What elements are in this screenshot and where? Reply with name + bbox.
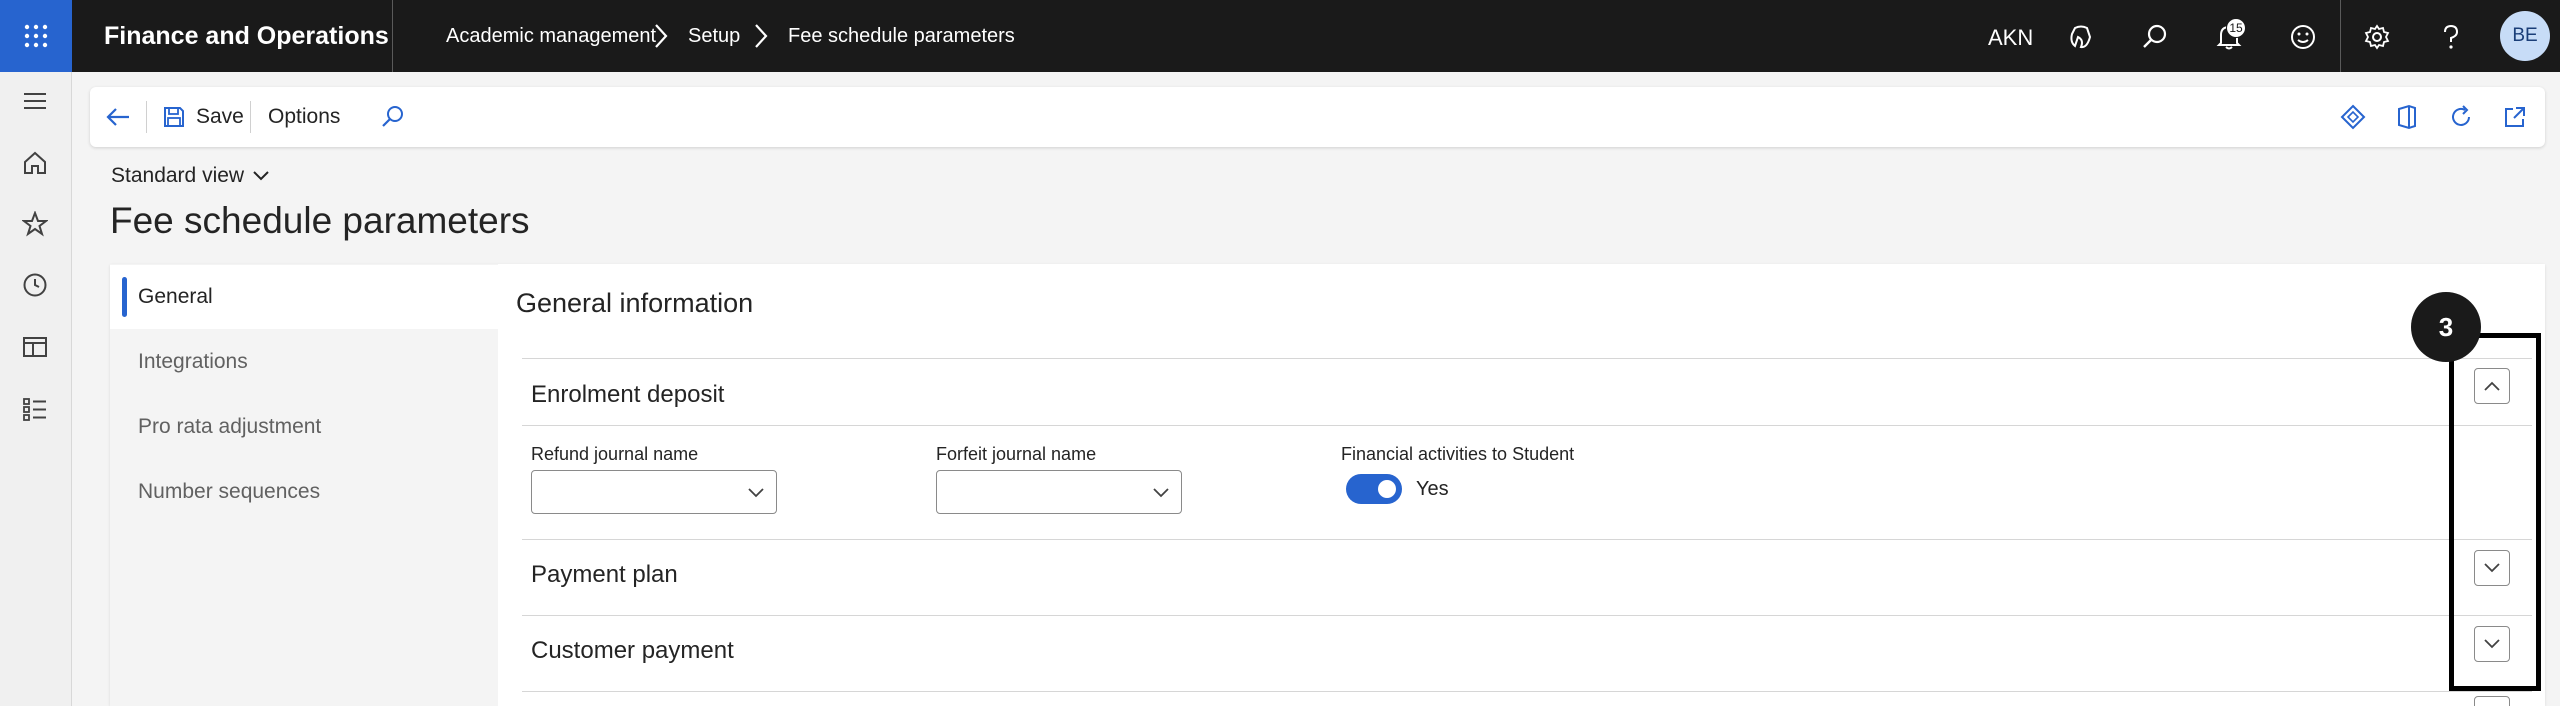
options-tab[interactable]: Options	[268, 87, 340, 147]
annotation-highlight-box	[2449, 333, 2541, 691]
save-label: Save	[196, 105, 244, 128]
home-icon[interactable]	[20, 148, 50, 178]
action-search-button[interactable]	[380, 87, 406, 147]
workspace-icon[interactable]	[20, 332, 50, 362]
forfeit-journal-input[interactable]	[945, 471, 1145, 511]
expand-next-fasttab-button[interactable]	[2474, 696, 2510, 706]
hamburger-icon[interactable]	[20, 86, 50, 116]
fasttab-payment-plan-title[interactable]: Payment plan	[531, 561, 678, 589]
action-pane: Save Options	[90, 87, 2545, 147]
breadcrumb-fee-schedule-parameters[interactable]: Fee schedule parameters	[788, 25, 1015, 48]
tab-general[interactable]: General	[110, 265, 498, 329]
save-icon	[164, 107, 184, 127]
divider	[522, 615, 2532, 616]
tab-label: Pro rata adjustment	[138, 415, 322, 438]
annotation-step-badge: 3	[2411, 292, 2481, 362]
toggle-knob	[1378, 480, 1396, 498]
chevron-right-icon	[652, 22, 670, 55]
divider	[146, 101, 147, 133]
fasttab-enrolment-deposit-title[interactable]: Enrolment deposit	[531, 381, 724, 409]
page-title: Fee schedule parameters	[110, 200, 530, 241]
chevron-down-icon[interactable]	[746, 483, 766, 503]
chevron-down-icon	[253, 171, 269, 181]
tab-number-sequences[interactable]: Number sequences	[110, 460, 498, 524]
navigation-rail	[0, 72, 72, 706]
forfeit-journal-combo[interactable]	[936, 470, 1182, 514]
notification-count-badge: 15	[2226, 18, 2246, 38]
save-button[interactable]: Save	[162, 87, 244, 147]
back-button[interactable]	[104, 87, 132, 147]
divider	[250, 101, 251, 133]
financial-activities-label: Financial activities to Student	[1341, 444, 1575, 464]
view-selector-label: Standard view	[111, 164, 245, 187]
smiley-icon[interactable]	[2288, 22, 2318, 52]
refund-journal-combo[interactable]	[531, 470, 777, 514]
search-icon	[382, 106, 403, 127]
financial-activities-value: Yes	[1416, 478, 1449, 500]
active-tab-indicator	[122, 277, 127, 317]
refund-journal-label: Refund journal name	[531, 444, 699, 464]
modules-icon[interactable]	[20, 394, 50, 424]
divider	[522, 539, 2532, 540]
forfeit-journal-label: Forfeit journal name	[936, 444, 1097, 464]
star-icon[interactable]	[20, 209, 50, 239]
vertical-tabs: General Integrations Pro rata adjustment…	[110, 264, 498, 706]
content-panel: General Integrations Pro rata adjustment…	[110, 264, 2545, 706]
fasttab-customer-payment-title[interactable]: Customer payment	[531, 637, 734, 665]
back-icon	[106, 108, 129, 126]
divider	[392, 0, 393, 72]
company-selector[interactable]: AKN	[1988, 25, 2033, 51]
clock-icon[interactable]	[20, 270, 50, 300]
tab-label: Number sequences	[138, 480, 321, 503]
top-bar: Finance and Operations Academic manageme…	[0, 0, 2560, 72]
refresh-icon[interactable]	[2448, 87, 2474, 147]
tab-integrations[interactable]: Integrations	[110, 330, 498, 394]
gear-icon[interactable]	[2362, 22, 2392, 52]
copilot-icon[interactable]	[2066, 22, 2096, 52]
section-title: General information	[516, 288, 754, 318]
chevron-right-icon	[752, 22, 770, 55]
tab-label: Integrations	[138, 350, 248, 373]
tab-pro-rata-adjustment[interactable]: Pro rata adjustment	[110, 395, 498, 459]
waffle-icon[interactable]	[0, 0, 72, 72]
chevron-down-icon[interactable]	[1151, 483, 1171, 503]
divider	[522, 691, 2532, 692]
app-title[interactable]: Finance and Operations	[104, 22, 389, 51]
breadcrumb-setup[interactable]: Setup	[688, 25, 740, 48]
tab-label: General	[138, 285, 213, 308]
help-icon[interactable]	[2436, 22, 2466, 52]
search-icon[interactable]	[2140, 22, 2170, 52]
divider	[522, 358, 2532, 359]
breadcrumb-academic-management[interactable]: Academic management	[446, 25, 656, 48]
divider	[2340, 0, 2341, 72]
avatar[interactable]: BE	[2500, 11, 2550, 61]
office-icon[interactable]	[2395, 87, 2419, 147]
view-selector[interactable]: Standard view	[111, 164, 270, 188]
refund-journal-input[interactable]	[540, 471, 740, 511]
diamond-icon[interactable]	[2340, 87, 2366, 147]
financial-activities-toggle[interactable]	[1346, 474, 1402, 504]
popout-icon[interactable]	[2502, 87, 2528, 147]
divider	[522, 425, 2532, 426]
